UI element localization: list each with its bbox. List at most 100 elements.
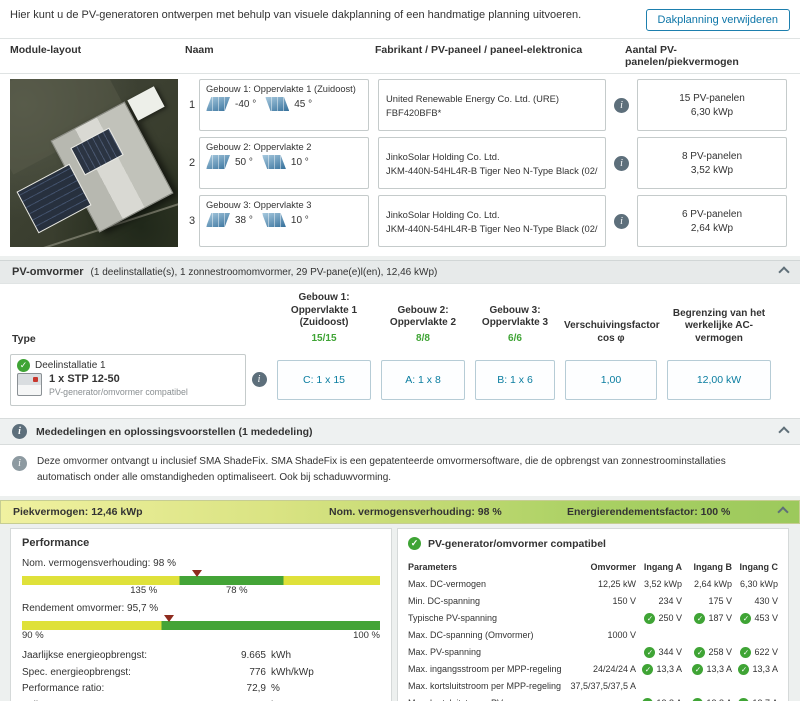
- inverter-section: PV-omvormer (1 deelinstallatie(s), 1 zon…: [0, 260, 800, 496]
- check-icon: ✓: [642, 664, 654, 675]
- string-config-c[interactable]: C: 1 x 15: [277, 360, 371, 400]
- peak-power: 3,52 kWp: [690, 164, 734, 176]
- manufacturer-name: United Renewable Energy Co. Ltd. (URE): [386, 92, 559, 104]
- column-surface-1: Gebouw 1: Oppervlakte 1 (Zuidoost) 15/15: [272, 292, 376, 345]
- tilt-angle: 38 °: [235, 214, 253, 226]
- compatibility-status: PV-generator/omvormer compatibel: [49, 387, 188, 397]
- roof-azimuth-icon: [261, 213, 286, 227]
- info-icon[interactable]: i: [614, 97, 629, 113]
- roof-tilt-icon: [206, 213, 230, 227]
- table-row: 3 Gebouw 3: Oppervlakte 3 38 ° 10 ° Jink…: [185, 195, 790, 247]
- check-icon: ✓: [692, 664, 704, 675]
- performance-title: Performance: [22, 537, 90, 549]
- remove-roof-planning-button[interactable]: Dakplanning verwijderen: [645, 9, 790, 31]
- string-config-b[interactable]: B: 1 x 6: [475, 360, 555, 400]
- row-index: 3: [188, 215, 196, 227]
- surface-name-box[interactable]: Gebouw 1: Oppervlakte 1 (Zuidoost) -40 °…: [199, 79, 369, 131]
- roof-tilt-icon: [206, 97, 230, 111]
- col-name: Naam: [185, 44, 214, 56]
- surface-name-box[interactable]: Gebouw 2: Oppervlakte 2 50 ° 10 °: [199, 137, 369, 189]
- azimuth-angle: 45 °: [294, 98, 313, 110]
- panel-count: 15 PV-panelen: [679, 92, 745, 104]
- gauge-inverter-efficiency-label: Rendement omvormer: 95,7 %: [22, 603, 159, 614]
- check-icon: ✓: [738, 664, 750, 675]
- inverter-icon: [17, 373, 42, 396]
- roof-azimuth-icon: [265, 97, 290, 111]
- col-module-layout: Module-layout: [10, 44, 82, 56]
- check-value: ✓ 187 V: [682, 610, 732, 627]
- cos-phi-value[interactable]: 1,00: [565, 360, 657, 400]
- column-surface-2: Gebouw 2: Oppervlakte 2 8/8: [376, 305, 470, 346]
- panel-count-box[interactable]: 8 PV-panelen 3,52 kWp: [637, 137, 787, 189]
- subsystem-box[interactable]: ✓ Deelinstallatie 1 1 x STP 12-50 PV-gen…: [10, 354, 246, 406]
- chevron-up-icon[interactable]: [778, 425, 790, 438]
- performance-stats: Jaarlijkse energieopbrengst: 9.665 kWh Spe…: [22, 648, 380, 701]
- chevron-up-icon[interactable]: [778, 266, 790, 278]
- info-icon[interactable]: i: [614, 213, 629, 229]
- messages-title: Mededelingen en oplossingsvoorstellen (1…: [36, 425, 313, 438]
- panel-count: 6 PV-panelen: [681, 208, 743, 220]
- stat-row: Vollasturen:805,4h: [22, 698, 380, 701]
- ac-limit-value[interactable]: 12,00 kW: [667, 360, 771, 400]
- tilt-angle: -40 °: [235, 98, 257, 110]
- check-value: ✓ 344 V: [636, 644, 682, 661]
- pv-module-box[interactable]: JinkoSolar Holding Co. Ltd. JKM-440N-54H…: [378, 137, 606, 189]
- gauge-scale-label: 78 %: [225, 585, 248, 596]
- roof-azimuth-icon: [261, 155, 286, 169]
- check-value: ✓13,8 A: [636, 695, 682, 701]
- surface-name-box[interactable]: Gebouw 3: Oppervlakte 3 38 ° 10 °: [199, 195, 369, 247]
- surface-name: Gebouw 2: Oppervlakte 2: [206, 142, 312, 152]
- check-icon: ✓: [740, 647, 752, 658]
- column-ac-limit: Begrenzing van het werkelijke AC-vermoge…: [672, 307, 766, 344]
- col-count: Aantal PV-panelen/piekvermogen: [625, 44, 739, 68]
- performance-panel: Performance Nom. vermogensverhouding: 98…: [10, 528, 392, 701]
- gauge-scale-label: 135 %: [130, 585, 158, 596]
- compatibility-title: PV-generator/omvormer compatibel: [428, 537, 606, 550]
- info-icon[interactable]: i: [251, 372, 267, 387]
- azimuth-angle: 10 °: [290, 214, 309, 226]
- pv-module-box[interactable]: United Renewable Energy Co. Ltd. (URE) F…: [378, 79, 606, 131]
- check-value: ✓ 13,3 A: [732, 661, 778, 678]
- roof-tilt-icon: [206, 155, 230, 169]
- summary-nominal-ratio: Nom. vermogensverhouding: 98 %: [329, 506, 502, 518]
- module-layout-satellite-view[interactable]: [10, 79, 178, 247]
- check-value: ✓ 622 V: [732, 644, 778, 661]
- page: Hier kunt u de PV-generatoren ontwerpen …: [0, 0, 800, 701]
- table-row: 1 Gebouw 1: Oppervlakte 1 (Zuidoost) -40…: [185, 79, 790, 131]
- stat-row: Spec. energieopbrengst: 776 kWh/kWp: [22, 666, 314, 678]
- manufacturer-name: JinkoSolar Holding Co. Ltd.: [386, 150, 500, 162]
- surface-name: Gebouw 1: Oppervlakte 1 (Zuidoost): [206, 84, 356, 94]
- table-row: 2 Gebouw 2: Oppervlakte 2 50 ° 10 ° Jink…: [185, 137, 790, 189]
- chevron-up-icon[interactable]: [777, 506, 789, 518]
- check-icon: ✓: [408, 537, 421, 550]
- check-icon: ✓: [694, 647, 706, 658]
- pv-module-box[interactable]: JinkoSolar Holding Co. Ltd. JKM-440N-54H…: [378, 195, 606, 247]
- string-config-a[interactable]: A: 1 x 8: [381, 360, 465, 400]
- gauge-scale-label: 100 %: [353, 630, 380, 641]
- check-value: ✓13,7 A: [732, 695, 778, 701]
- check-value: ✓ 13,3 A: [682, 661, 732, 678]
- panel-count-box[interactable]: 6 PV-panelen 2,64 kWp: [637, 195, 787, 247]
- stat-row: Jaarlijkse energieopbrengst: 9.665 kWh: [22, 650, 291, 661]
- summary-peak-power: Piekvermogen: 12,46 kWp: [13, 506, 143, 518]
- module-layout-panel: Hier kunt u de PV-generatoren ontwerpen …: [0, 0, 800, 256]
- panel-model: FBF420BFB*: [386, 106, 442, 118]
- check-value: ✓13,8 A: [682, 695, 732, 701]
- info-icon: i: [12, 456, 27, 471]
- stat-row: Performance ratio: 72,9%: [22, 683, 280, 694]
- gauge-inverter-efficiency: [22, 615, 380, 630]
- summary-energy-factor: Energierendementsfactor: 100 %: [567, 506, 731, 518]
- check-icon: ✓: [644, 647, 656, 658]
- gauge-marker-icon: [163, 615, 174, 622]
- type-column-label: Type: [12, 333, 36, 345]
- layout-table-header: Module-layout Naam Fabrikant / PV-paneel…: [0, 38, 800, 74]
- inverter-section-subtitle: (1 deelinstallatie(s), 1 zonnestroomomvo…: [90, 267, 438, 278]
- panel-count-box[interactable]: 15 PV-panelen 6,30 kWp: [637, 79, 787, 131]
- inverter-section-title: PV-omvormer: [12, 266, 84, 278]
- panel-model: JKM-440N-54HL4R-B Tiger Neo N-Type Black…: [386, 164, 598, 176]
- column-surface-3: Gebouw 3: Oppervlakte 3 6/6: [470, 305, 560, 346]
- info-icon[interactable]: i: [614, 155, 629, 171]
- surface-name: Gebouw 3: Oppervlakte 3: [206, 200, 312, 210]
- results-summary-bar: Piekvermogen: 12,46 kWp Nom. vermogensve…: [0, 500, 800, 524]
- info-icon: i: [12, 424, 27, 439]
